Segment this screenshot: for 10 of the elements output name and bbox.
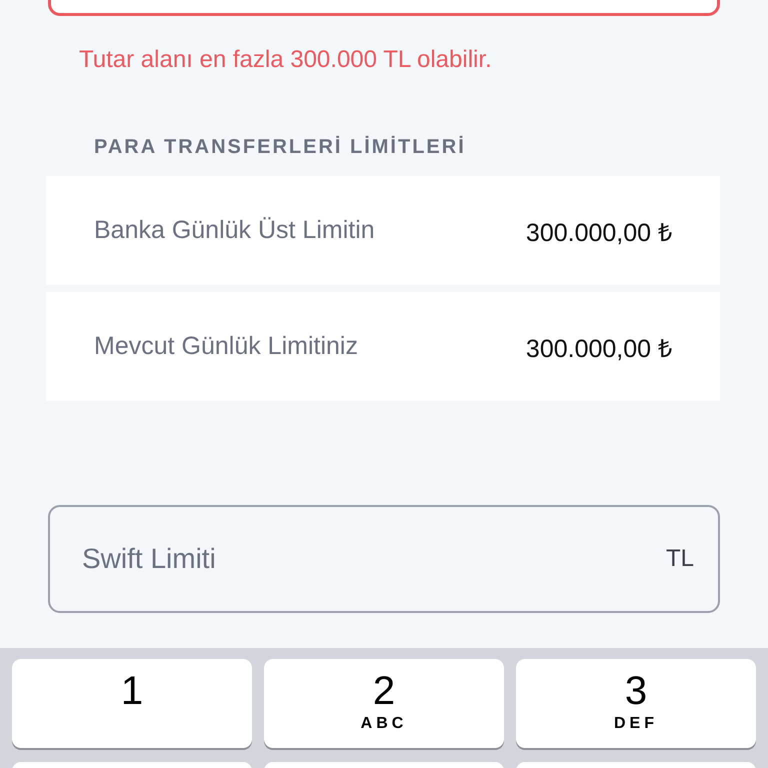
- limit-value: 300.000,00 ₺: [526, 218, 672, 248]
- currency-suffix: TL: [666, 545, 694, 573]
- limit-label: Banka Günlük Üst Limitin: [94, 216, 375, 245]
- error-message: Tutar alanı en fazla 300.000 TL olabilir.: [79, 46, 493, 74]
- keypad-key[interactable]: 1: [12, 659, 252, 748]
- limit-label: Mevcut Günlük Limitiniz: [94, 332, 358, 361]
- keypad-key[interactable]: 2 ABC: [264, 659, 504, 748]
- limit-value: 300.000,00 ₺: [526, 334, 672, 364]
- section-title: PARA TRANSFERLERİ LİMİTLERİ: [94, 136, 467, 159]
- keypad-key[interactable]: 3 DEF: [516, 659, 756, 748]
